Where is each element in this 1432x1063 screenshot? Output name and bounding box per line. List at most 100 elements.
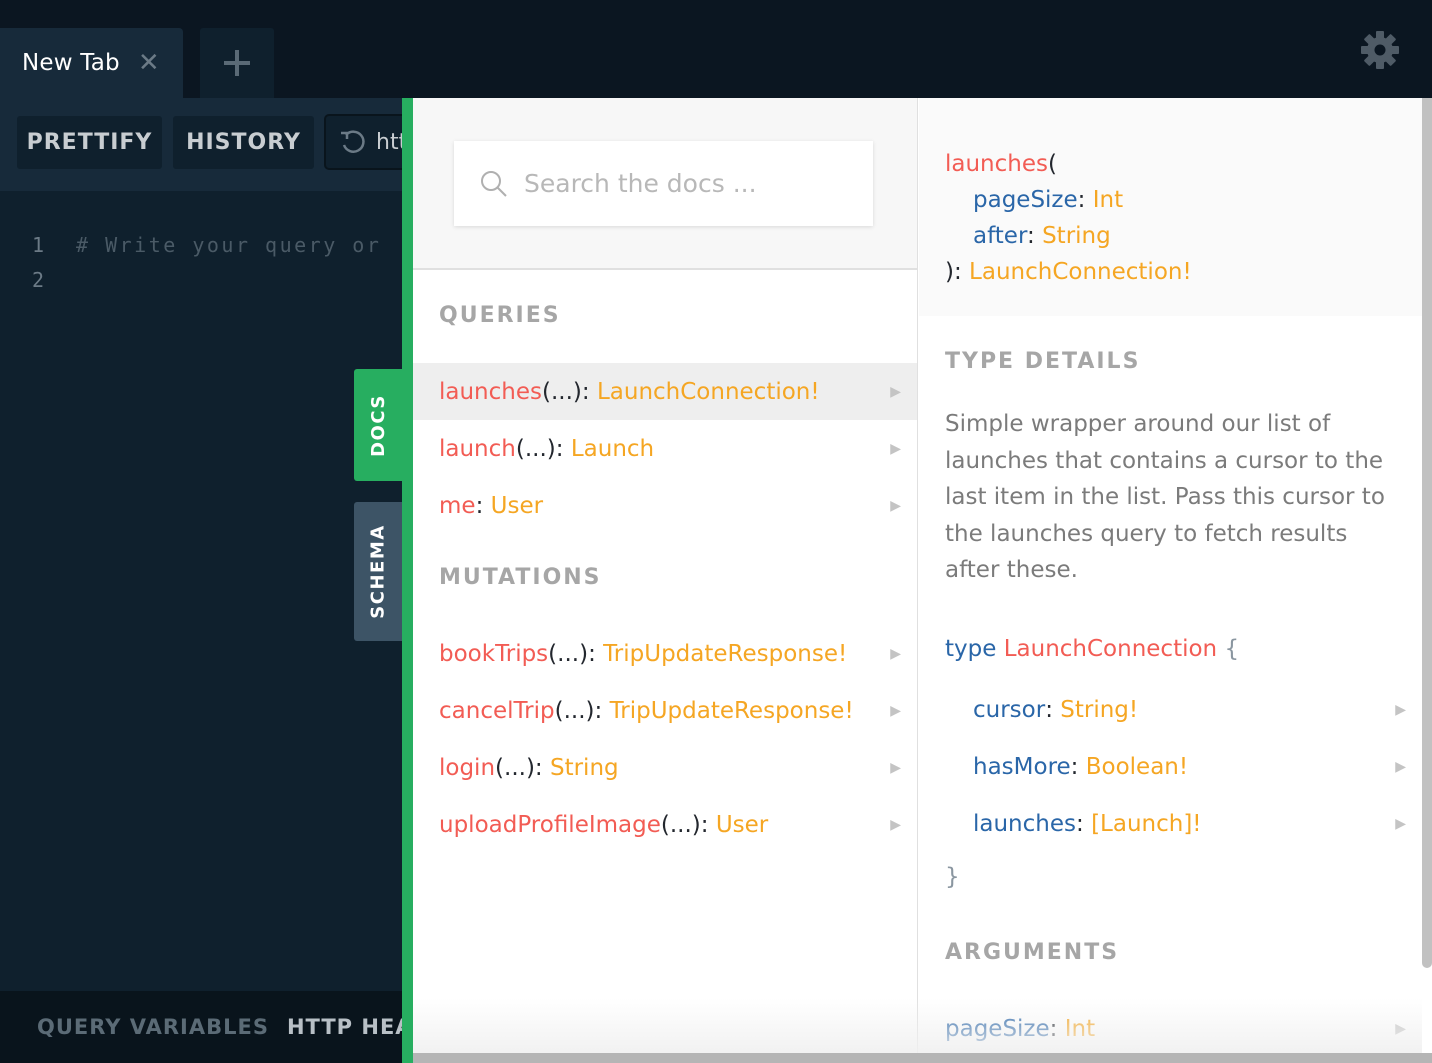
query-variables-tab[interactable]: QUERY VARIABLES	[37, 1015, 269, 1039]
type-description: Simple wrapper around our list of launch…	[945, 411, 1385, 583]
field-args: (...)	[542, 378, 582, 405]
chevron-right-icon: ▶	[890, 440, 901, 457]
field-args: (...)	[554, 697, 595, 724]
prettify-button[interactable]: PRETTIFY	[17, 116, 162, 169]
settings-button[interactable]	[1360, 30, 1400, 70]
open-brace: {	[1224, 636, 1240, 662]
field-type[interactable]: String!	[1060, 697, 1138, 723]
signature-line: launches(	[945, 146, 1422, 182]
type-definition-header: type LaunchConnection {	[945, 636, 1239, 662]
query-editor[interactable]: 1 # Write your query or 2	[0, 191, 402, 991]
arg-type[interactable]: Int	[1065, 1016, 1095, 1042]
field-type[interactable]: User	[491, 493, 543, 519]
field-type[interactable]: LaunchConnection!	[597, 379, 820, 405]
type-field-launches[interactable]: launches: [Launch]! ▶	[919, 795, 1422, 852]
field-sep: :	[475, 492, 491, 519]
mutation-item-canceltrip[interactable]: cancelTrip (...): TripUpdateResponse! ▶	[413, 682, 917, 739]
field-name: hasMore	[973, 753, 1071, 780]
field-type[interactable]: Launch	[571, 436, 654, 462]
type-field-hasmore[interactable]: hasMore: Boolean! ▶	[919, 738, 1422, 795]
add-tab-button[interactable]	[200, 28, 274, 98]
docs-side-tab[interactable]: DOCS	[354, 369, 402, 481]
tab-new-tab[interactable]: New Tab ✕	[0, 28, 183, 98]
type-details-title: TYPE DETAILS	[945, 349, 1141, 374]
arg-sep: :	[1077, 187, 1093, 213]
field-type[interactable]: User	[716, 812, 768, 838]
field-name: launches	[973, 810, 1076, 837]
field-args: (...)	[515, 435, 556, 462]
arguments-title: ARGUMENTS	[945, 940, 1120, 965]
field-sep: :	[588, 640, 604, 667]
line-number: 1	[31, 233, 44, 257]
field-args: (...)	[495, 754, 535, 781]
arg-type[interactable]: Int	[1093, 187, 1123, 213]
docs-panel-resize-handle[interactable]	[402, 98, 413, 1063]
chevron-right-icon: ▶	[890, 759, 901, 776]
schema-side-tab[interactable]: SCHEMA	[354, 502, 402, 641]
http-headers-tab[interactable]: HTTP HEA	[287, 1015, 402, 1039]
field-sep: :	[581, 378, 597, 405]
tab-label: New Tab	[22, 50, 120, 76]
field-name: launches	[439, 378, 542, 405]
field-name: uploadProfileImage	[439, 811, 661, 838]
graphql-playground: New Tab ✕ PRETTIFY HISTORY htt 1 # Write…	[0, 0, 1432, 1063]
arg-sep: :	[1049, 1015, 1065, 1042]
field-args: (...)	[660, 811, 701, 838]
mutation-item-uploadprofileimage[interactable]: uploadProfileImage (...): User ▶	[413, 796, 917, 853]
signature-arg: pageSize: Int	[945, 182, 1422, 218]
field-type[interactable]: TripUpdateResponse!	[603, 641, 847, 667]
return-type[interactable]: LaunchConnection!	[969, 259, 1192, 285]
signature-name: launches	[945, 151, 1048, 177]
field-type[interactable]: TripUpdateResponse!	[610, 698, 854, 724]
chevron-right-icon: ▶	[890, 497, 901, 514]
queries-section-title: QUERIES	[439, 303, 561, 328]
docs-root-column: QUERIES launches(...): LaunchConnection!…	[413, 98, 918, 1053]
search-icon	[481, 170, 507, 197]
type-field-cursor[interactable]: cursor: String! ▶	[919, 681, 1422, 738]
chevron-right-icon: ▶	[890, 645, 901, 662]
line-number: 2	[31, 268, 44, 292]
close-icon[interactable]: ✕	[138, 50, 160, 76]
mutation-item-login[interactable]: login (...): String ▶	[413, 739, 917, 796]
chevron-right-icon: ▶	[890, 816, 901, 833]
field-name: bookTrips	[439, 640, 549, 667]
reload-icon[interactable]	[338, 128, 366, 156]
vertical-scrollbar[interactable]	[1422, 98, 1432, 968]
field-signature: launches( pageSize: Int after: String ):…	[919, 98, 1422, 316]
arg-name: pageSize	[945, 1015, 1050, 1042]
chevron-right-icon: ▶	[1395, 1020, 1406, 1037]
editor-line: 2	[0, 263, 76, 297]
code-comment: # Write your query or	[76, 233, 382, 257]
field-sep: :	[555, 435, 571, 462]
search-docs-input[interactable]	[524, 169, 854, 198]
mutations-section-title: MUTATIONS	[439, 565, 602, 590]
arg-name: pageSize	[973, 187, 1078, 213]
search-box[interactable]	[454, 141, 873, 226]
query-item-launch[interactable]: launch (...): Launch ▶	[413, 420, 917, 477]
tab-bar: New Tab ✕	[0, 0, 1432, 98]
docs-detail-column: launches( pageSize: Int after: String ):…	[919, 98, 1422, 1053]
variables-bar: QUERY VARIABLES HTTP HEA	[0, 991, 402, 1063]
query-item-me[interactable]: me: User ▶	[413, 477, 917, 534]
field-sep: :	[1045, 696, 1061, 723]
field-type[interactable]: String	[550, 755, 619, 781]
mutation-item-booktrips[interactable]: bookTrips (...): TripUpdateResponse! ▶	[413, 625, 917, 682]
field-type[interactable]: Boolean!	[1086, 754, 1188, 780]
field-name: me	[439, 492, 476, 519]
signature-close: ):	[945, 259, 970, 285]
arg-type[interactable]: String	[1042, 223, 1111, 249]
close-brace: }	[945, 864, 960, 890]
horizontal-scrollbar[interactable]	[413, 1053, 1432, 1063]
chevron-right-icon: ▶	[1395, 701, 1406, 718]
field-type[interactable]: [Launch]!	[1091, 811, 1201, 837]
chevron-right-icon: ▶	[1395, 815, 1406, 832]
argument-item-pagesize[interactable]: pageSize: Int ▶	[919, 1000, 1422, 1053]
query-item-launches[interactable]: launches (...): LaunchConnection! ▶	[413, 363, 917, 420]
editor-toolbar: PRETTIFY HISTORY htt	[0, 98, 444, 191]
field-name: login	[439, 754, 496, 781]
chevron-right-icon: ▶	[1395, 758, 1406, 775]
history-button[interactable]: HISTORY	[173, 116, 314, 169]
field-name: cancelTrip	[439, 697, 555, 724]
type-name: LaunchConnection	[1003, 636, 1218, 662]
chevron-right-icon: ▶	[890, 702, 901, 719]
